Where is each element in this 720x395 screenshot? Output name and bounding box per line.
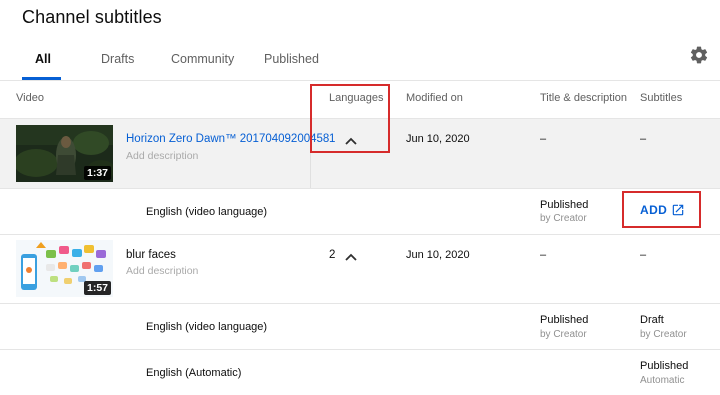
subtitles-status: – bbox=[640, 249, 647, 261]
subtitle-status-by: Automatic bbox=[640, 375, 685, 386]
column-header-title-description[interactable]: Title & description bbox=[540, 92, 627, 104]
title-status[interactable]: Published bbox=[540, 314, 588, 326]
subtitles-status: – bbox=[640, 133, 647, 145]
modified-date: Jun 10, 2020 bbox=[406, 249, 470, 261]
row-divider bbox=[0, 188, 720, 189]
chevron-up-icon[interactable] bbox=[345, 253, 357, 261]
page-title: Channel subtitles bbox=[22, 7, 162, 27]
languages-count[interactable]: 2 bbox=[329, 249, 335, 261]
highlight-box-add bbox=[622, 191, 701, 228]
video-title-link[interactable]: Horizon Zero Dawn™ 20170409200458 bbox=[126, 133, 329, 145]
tab-community[interactable]: Community bbox=[171, 52, 234, 66]
track-language: English (video language) bbox=[146, 321, 268, 333]
track-language: English (video language) bbox=[146, 206, 268, 218]
modified-date: Jun 10, 2020 bbox=[406, 133, 470, 145]
title-status-by: by Creator bbox=[540, 329, 587, 340]
title-status[interactable]: Published bbox=[540, 199, 588, 211]
add-description[interactable]: Add description bbox=[126, 265, 198, 277]
row-divider bbox=[0, 303, 720, 304]
video-duration: 1:57 bbox=[83, 281, 111, 295]
column-header-subtitles[interactable]: Subtitles bbox=[640, 92, 682, 104]
video-title-link[interactable]: blur faces bbox=[126, 249, 176, 261]
tab-drafts[interactable]: Drafts bbox=[101, 52, 134, 66]
row-divider bbox=[0, 234, 720, 235]
gear-icon[interactable] bbox=[689, 45, 709, 65]
track-language: English (Automatic) bbox=[146, 367, 242, 379]
title-status-by: by Creator bbox=[540, 213, 587, 224]
column-header-video[interactable]: Video bbox=[16, 92, 44, 104]
title-description-status: – bbox=[540, 133, 547, 145]
highlight-box-languages bbox=[310, 84, 390, 153]
add-description[interactable]: Add description bbox=[126, 150, 198, 162]
video-thumbnail[interactable]: 1:57 bbox=[16, 240, 113, 297]
tab-all[interactable]: All bbox=[35, 52, 51, 66]
tabs-divider bbox=[0, 80, 720, 81]
video-duration: 1:37 bbox=[83, 166, 111, 180]
video-thumbnail[interactable]: 1:37 bbox=[16, 125, 113, 182]
title-description-status: – bbox=[540, 249, 547, 261]
row-divider bbox=[0, 349, 720, 350]
subtitle-status[interactable]: Draft bbox=[640, 314, 664, 326]
subtitle-status-by: by Creator bbox=[640, 329, 687, 340]
tab-published[interactable]: Published bbox=[264, 52, 319, 66]
subtitle-status[interactable]: Published bbox=[640, 360, 688, 372]
column-header-modified[interactable]: Modified on bbox=[406, 92, 463, 104]
